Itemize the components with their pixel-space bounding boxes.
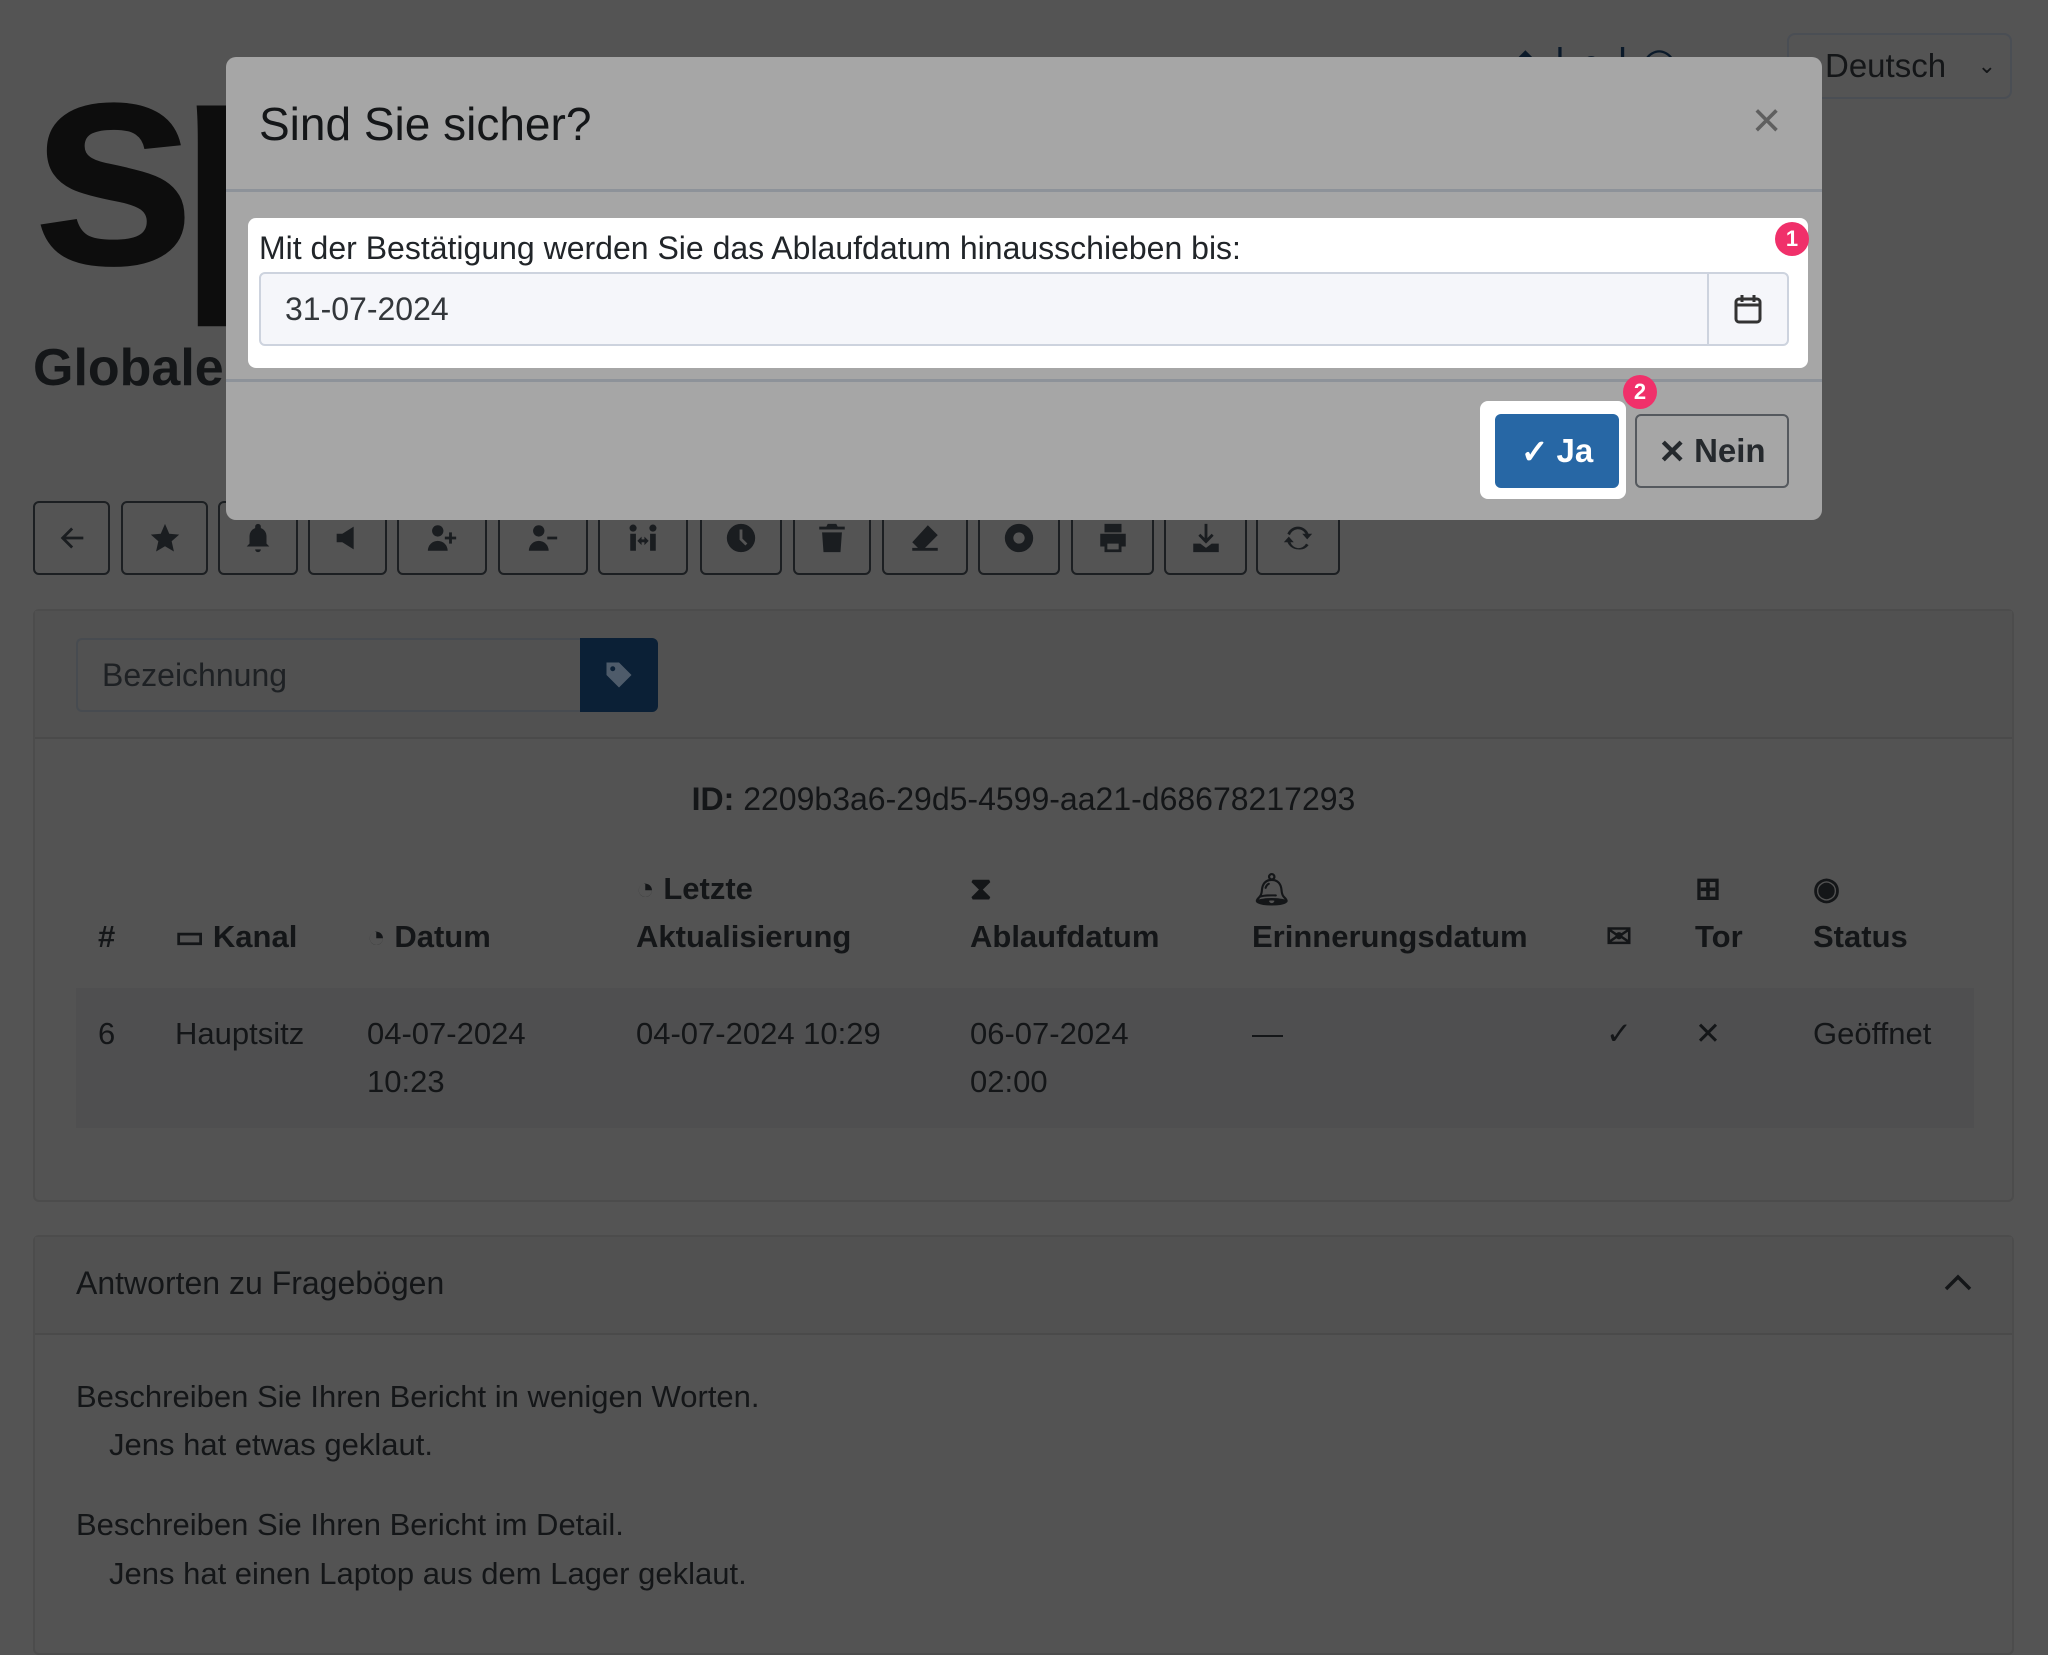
megaphone-icon <box>336 526 354 550</box>
yes-button[interactable]: ✓ Ja <box>1495 414 1619 488</box>
user-minus-icon <box>528 525 558 551</box>
circle-dot-icon: ◉ <box>1813 871 1841 906</box>
download-icon <box>1192 523 1219 553</box>
calendar-icon <box>1734 295 1762 324</box>
answers-header[interactable]: Antworten zu Fragebögen <box>35 1237 2012 1335</box>
col-datum: ◔ Datum <box>367 919 491 954</box>
cell-datum-time: 10:23 <box>367 1064 445 1099</box>
chevron-down-icon: ⌄ <box>1977 53 1996 78</box>
col-ablaufdatum: Ablaufdatum <box>970 919 1160 954</box>
date-highlight: Mit der Bestätigung werden Sie das Ablau… <box>248 218 1809 368</box>
back-button[interactable] <box>33 501 110 575</box>
clock-icon: ◔ <box>367 919 386 954</box>
col-status: Status <box>1813 919 1908 954</box>
favorite-button[interactable] <box>121 501 208 575</box>
check-icon: ✓ <box>1606 1016 1632 1051</box>
envelope-check-icon: ✉ <box>1606 919 1632 954</box>
col-tor: Tor <box>1695 919 1743 954</box>
id-value: 2209b3a6-29d5-4599-aa21-d68678217293 <box>743 781 1356 817</box>
col-erinnerungsdatum: Erinnerungsdatum <box>1252 919 1528 954</box>
calendar-button[interactable] <box>1707 274 1787 344</box>
add-label-button[interactable] <box>580 638 658 712</box>
col-number: # <box>98 919 116 954</box>
cell-status: Geöffnet <box>1813 1016 1932 1051</box>
confirm-modal: Sind Sie sicher? × Mit der Bestätigung w… <box>226 57 1822 520</box>
close-icon[interactable]: × <box>1752 91 1781 149</box>
inbox-icon: ▭ <box>175 919 205 954</box>
label-input-group: Bezeichnung <box>76 638 658 712</box>
page-title: Globale <box>33 339 224 397</box>
no-button[interactable]: ✕ Nein <box>1635 414 1789 488</box>
answer: Jens hat einen Laptop aus dem Lager gekl… <box>109 1556 747 1591</box>
cell-ablauf-date: 06-07-2024 <box>970 1016 1129 1051</box>
arrow-left-icon <box>60 527 83 549</box>
chevron-up-icon[interactable] <box>1943 1271 1973 1295</box>
refresh-icon <box>1283 526 1313 550</box>
user-plus-icon <box>427 525 457 551</box>
tag-icon <box>606 662 632 688</box>
id-label: ID: <box>691 781 735 817</box>
answer: Jens hat etwas geklaut. <box>109 1427 433 1462</box>
no-label: Nein <box>1694 432 1766 469</box>
cell-kanal: Hauptsitz <box>175 1016 305 1051</box>
check-icon: ✓ <box>1520 432 1549 470</box>
x-icon: ✕ <box>1658 432 1687 470</box>
step-badge-1: 1 <box>1775 222 1809 256</box>
answers-title: Antworten zu Fragebögen <box>76 1265 445 1301</box>
question: Beschreiben Sie Ihren Bericht in wenigen… <box>76 1379 760 1414</box>
bell-icon <box>246 523 270 553</box>
date-value: 31-07-2024 <box>285 291 449 327</box>
cell-number: 6 <box>98 1016 116 1051</box>
trash-icon <box>819 523 845 553</box>
question: Beschreiben Sie Ihren Bericht im Detail. <box>76 1507 624 1542</box>
cell-ablauf-time: 02:00 <box>970 1064 1048 1099</box>
cell-datum-date: 04-07-2024 <box>367 1016 526 1051</box>
x-icon: ✕ <box>1695 1016 1721 1051</box>
cell-letzte: 04-07-2024 10:29 <box>636 1016 881 1051</box>
expiry-date-input[interactable]: 31-07-2024 <box>259 272 1789 346</box>
label-input[interactable]: Bezeichnung <box>76 638 580 712</box>
answers-card: Antworten zu Fragebögen Beschreiben Sie … <box>33 1235 2014 1655</box>
star-icon <box>150 523 179 552</box>
report-card: Bezeichnung ID: 2209b3a6-29d5-4599-aa21-… <box>33 609 2014 1202</box>
network-icon: ⊞ <box>1695 871 1721 906</box>
cell-erinnerung: — <box>1252 1016 1283 1051</box>
hourglass-icon: ⧗ <box>970 871 992 906</box>
circle-dot-icon <box>1004 523 1034 553</box>
divider <box>226 379 1822 382</box>
language-value: Deutsch <box>1825 47 1947 84</box>
report-card-header: Bezeichnung <box>35 611 2012 739</box>
print-icon <box>1099 523 1126 553</box>
clock-icon <box>726 523 756 553</box>
yes-label: Ja <box>1556 432 1594 469</box>
modal-title: Sind Sie sicher? <box>259 98 592 150</box>
date-label: Mit der Bestätigung werden Sie das Ablau… <box>259 230 1241 266</box>
divider <box>226 189 1822 192</box>
yes-highlight: ✓ Ja <box>1480 401 1626 499</box>
col-aktualisierung: Aktualisierung <box>636 919 852 954</box>
eraser-icon <box>912 525 938 551</box>
people-arrows-icon <box>629 524 657 551</box>
col-kanal: ▭ Kanal <box>175 919 298 954</box>
col-letzte: ◔ Letzte <box>636 871 753 906</box>
clock-icon: ◔ <box>636 871 655 906</box>
report-id: ID: 2209b3a6-29d5-4599-aa21-d68678217293 <box>35 781 2012 818</box>
step-badge-2: 2 <box>1623 375 1657 409</box>
bell-icon: 🔔︎ <box>1252 872 1292 907</box>
